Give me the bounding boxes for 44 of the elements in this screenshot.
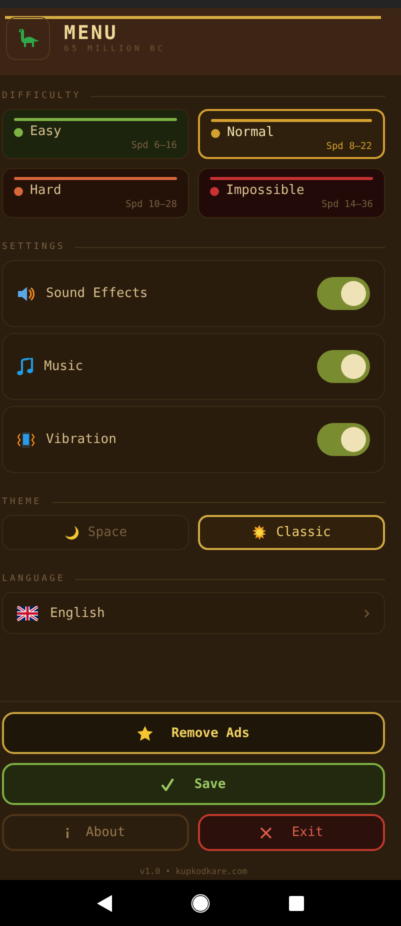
remove-ads-button[interactable]: Remove Ads xyxy=(2,712,385,754)
star-icon xyxy=(137,726,154,740)
setting-label: Music xyxy=(44,359,84,374)
setting-label: Vibration xyxy=(46,432,118,447)
exit-button[interactable]: Exit xyxy=(198,814,385,851)
theme-option[interactable]: Classic xyxy=(198,515,385,550)
difficulty-name: Easy xyxy=(30,124,62,140)
speaker-icon xyxy=(17,284,35,302)
toggle-switch[interactable] xyxy=(317,350,370,383)
difficulty-card[interactable]: Easy Spd 6–16 xyxy=(2,109,189,159)
back-icon[interactable] xyxy=(97,894,112,912)
info-icon xyxy=(66,828,69,838)
setting-label: Sound Effects xyxy=(46,286,149,301)
vibrating-phone-icon xyxy=(17,430,35,448)
flag-icon xyxy=(17,606,38,620)
toggle-switch[interactable] xyxy=(317,423,370,456)
menu-title: MENU xyxy=(64,23,119,43)
chevron-right-icon xyxy=(364,608,370,618)
section-label: DIFFICULTY xyxy=(2,91,82,102)
language-selector[interactable]: English xyxy=(2,592,385,634)
toggle-switch[interactable] xyxy=(317,277,370,310)
check-icon xyxy=(161,778,174,790)
speed-range: Spd 10–28 xyxy=(126,199,177,211)
sun-icon xyxy=(252,525,268,540)
save-button[interactable]: Save xyxy=(2,763,385,805)
difficulty-card[interactable]: Impossible Spd 14–36 xyxy=(198,168,385,218)
section-label: LANGUAGE xyxy=(2,574,66,585)
close-icon xyxy=(260,826,272,838)
version-text: v1.0 • kupkodkare.com xyxy=(138,866,248,879)
music-note-icon xyxy=(17,358,33,376)
speed-range: Spd 6–16 xyxy=(131,140,177,152)
crescent-moon-icon xyxy=(64,525,79,540)
home-icon[interactable] xyxy=(190,894,210,912)
difficulty-card[interactable]: Hard Spd 10–28 xyxy=(2,168,189,218)
difficulty-name: Normal xyxy=(227,125,274,141)
difficulty-name: Impossible xyxy=(226,183,304,199)
about-button[interactable]: About xyxy=(2,814,189,851)
difficulty-card[interactable]: Normal Spd 8–22 xyxy=(198,109,385,159)
speed-range: Spd 14–36 xyxy=(322,199,373,211)
difficulty-name: Hard xyxy=(30,183,62,199)
recents-icon[interactable] xyxy=(288,896,304,910)
section-label: SETTINGS xyxy=(2,242,66,253)
section-label: THEME xyxy=(2,497,42,508)
speed-range: Spd 8–22 xyxy=(326,141,372,153)
